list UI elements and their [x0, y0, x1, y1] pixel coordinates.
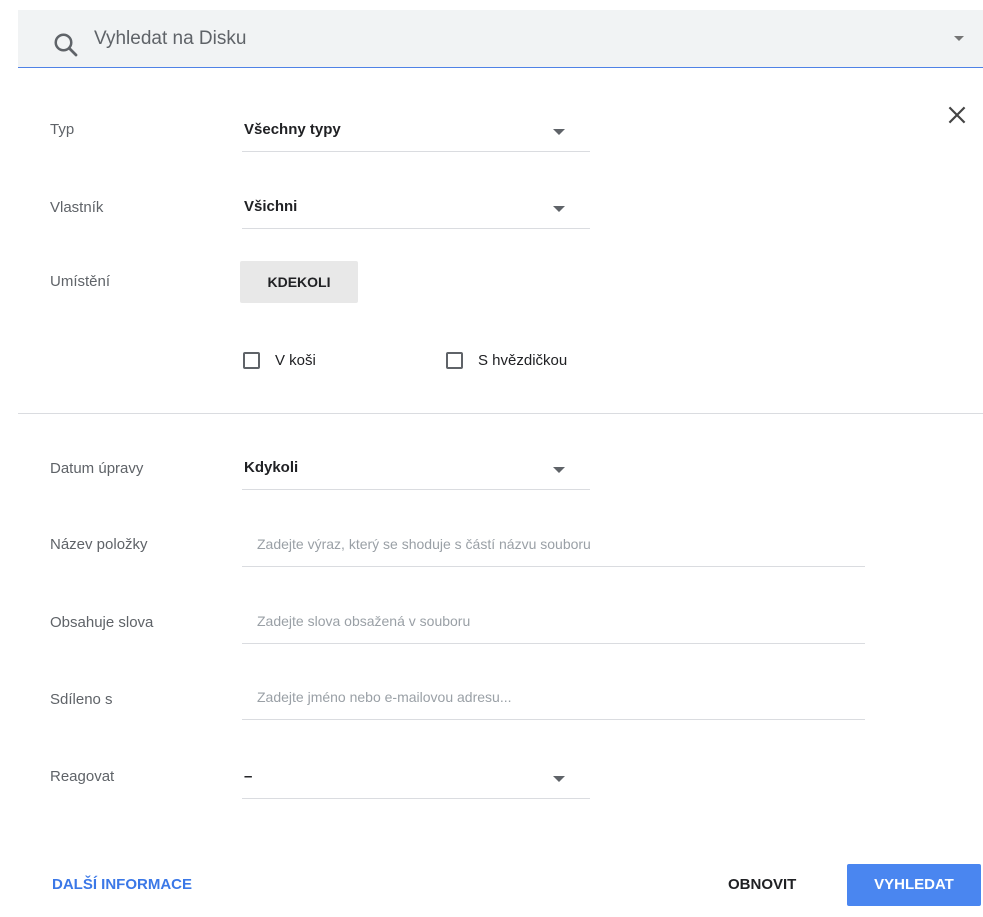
- starred-label: S hvězdičkou: [478, 351, 568, 369]
- has-words-input[interactable]: [242, 604, 865, 638]
- in-trash-checkbox[interactable]: V koši: [243, 349, 316, 371]
- follow-up-select[interactable]: –: [242, 765, 590, 799]
- shared-with-label: Sdíleno s: [50, 691, 113, 708]
- more-info-link[interactable]: DALŠÍ INFORMACE: [52, 876, 192, 893]
- owner-select[interactable]: Všichni: [242, 195, 590, 229]
- shared-with-field-wrapper: [242, 680, 865, 720]
- item-name-input[interactable]: [242, 527, 865, 561]
- type-select-value: Všechny typy: [244, 121, 341, 138]
- date-modified-select[interactable]: Kdykoli: [242, 456, 590, 490]
- type-label: Typ: [50, 121, 75, 138]
- date-modified-select-value: Kdykoli: [244, 459, 299, 476]
- section-divider: [18, 413, 983, 414]
- owner-label: Vlastník: [50, 199, 104, 216]
- starred-checkbox[interactable]: S hvězdičkou: [446, 349, 567, 371]
- date-modified-label: Datum úpravy: [50, 460, 144, 477]
- dropdown-arrow-icon: [553, 129, 565, 135]
- search-input[interactable]: Vyhledat na Disku: [94, 28, 246, 50]
- location-label: Umístění: [50, 273, 111, 290]
- checkbox-icon[interactable]: [446, 351, 463, 369]
- has-words-label: Obsahuje slova: [50, 614, 154, 631]
- follow-up-label: Reagovat: [50, 768, 115, 785]
- location-button[interactable]: KDEKOLI: [240, 261, 358, 303]
- item-name-label: Název položky: [50, 536, 148, 553]
- dropdown-arrow-icon: [553, 206, 565, 212]
- dropdown-arrow-icon: [553, 467, 565, 473]
- close-icon[interactable]: [944, 102, 970, 128]
- search-options-dropdown-icon[interactable]: [954, 36, 964, 41]
- reset-button[interactable]: OBNOVIT: [728, 876, 796, 893]
- checkbox-icon[interactable]: [243, 351, 260, 369]
- item-name-field-wrapper: [242, 527, 865, 567]
- owner-select-value: Všichni: [244, 198, 298, 215]
- has-words-field-wrapper: [242, 604, 865, 644]
- follow-up-select-value: –: [244, 768, 253, 785]
- dropdown-arrow-icon: [553, 776, 565, 782]
- search-button[interactable]: VYHLEDAT: [847, 864, 981, 906]
- in-trash-label: V koši: [275, 351, 316, 369]
- search-bar[interactable]: Vyhledat na Disku: [18, 10, 983, 68]
- shared-with-input[interactable]: [242, 680, 865, 714]
- type-select[interactable]: Všechny typy: [242, 118, 590, 152]
- search-icon[interactable]: [51, 30, 81, 60]
